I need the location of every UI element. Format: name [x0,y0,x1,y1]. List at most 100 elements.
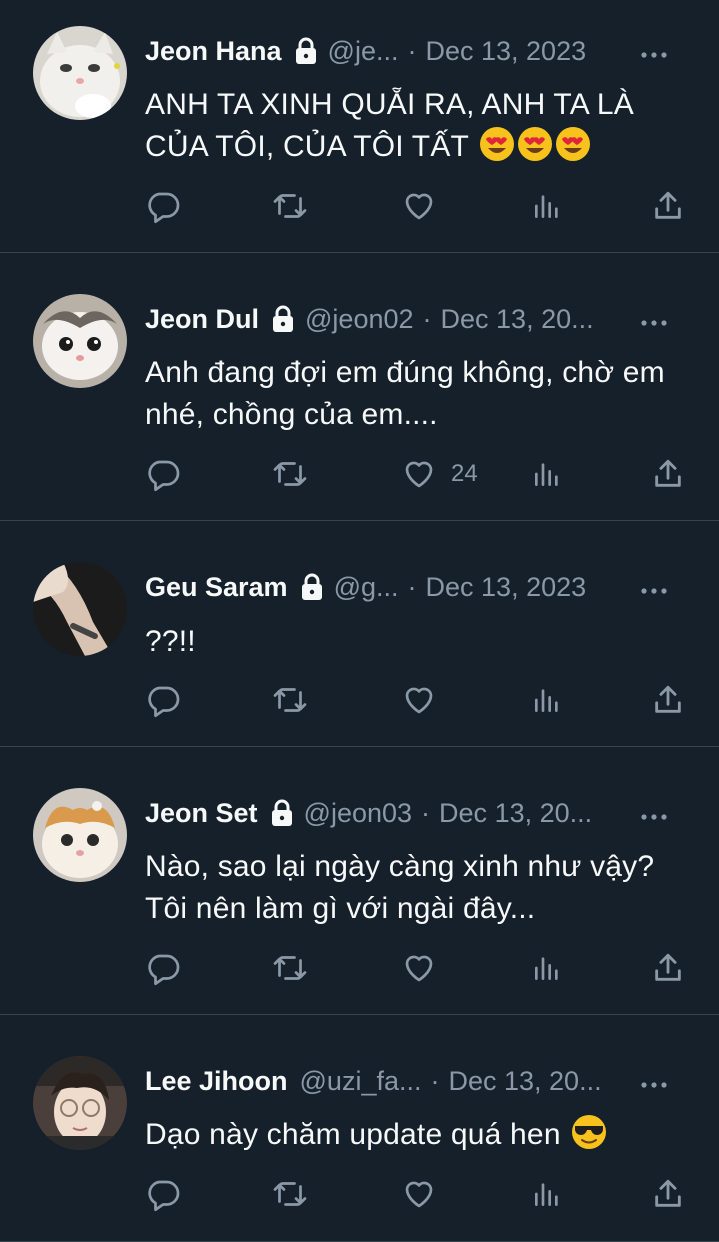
tweet[interactable]: Lee Jihoon @uzi_fa... · Dec 13, 20... Dạ… [0,1015,719,1242]
lock-icon [300,573,324,601]
share-button[interactable] [651,1174,685,1214]
display-name[interactable]: Jeon Set [145,798,258,829]
retweet-icon [273,956,307,980]
heart-eyes-emoji [480,127,515,161]
tweet-text-content: Anh đang đợi em đúng không, chờ em nhé, … [145,356,665,431]
avatar[interactable] [33,1056,127,1150]
like-button[interactable] [401,948,451,988]
avatar[interactable] [33,788,127,882]
more-icon[interactable] [639,803,669,823]
heart-eyes-emoji [556,127,591,161]
views-icon [535,957,558,980]
retweet-button[interactable] [271,186,309,226]
lock-icon [271,305,295,333]
avatar[interactable] [33,562,127,656]
more-icon[interactable] [639,1071,669,1091]
views-button[interactable] [531,1174,563,1214]
views-icon [535,689,558,712]
heart-icon [405,1181,433,1208]
tweet-date[interactable]: Dec 13, 2023 [425,36,586,67]
reply-button[interactable] [145,948,181,988]
timeline-feed: Jeon Hana @je... · Dec 13, 2023 ANH TA X… [0,0,719,1242]
share-button[interactable] [651,186,685,226]
more-icon[interactable] [639,577,669,597]
tweet-actions [145,680,690,720]
tweet-actions [145,1174,690,1214]
retweet-icon [273,194,307,218]
views-icon [535,1183,558,1206]
tweet-actions [145,186,690,226]
person-glasses-avatar [33,1056,127,1150]
reply-button[interactable] [145,680,181,720]
reply-icon [148,686,180,718]
tweet[interactable]: Geu Saram @g... · Dec 13, 2023 ??!! [0,521,719,747]
tweet-actions: 24 [145,454,690,494]
display-name[interactable]: Jeon Hana [145,36,282,67]
tweet-header: Lee Jihoon @uzi_fa... · Dec 13, 20... [145,1063,699,1099]
avatar[interactable] [33,26,127,120]
display-name[interactable]: Jeon Dul [145,304,259,335]
reply-button[interactable] [145,1174,181,1214]
separator-dot: · [422,303,432,334]
views-button[interactable] [531,948,563,988]
tweet-actions [145,948,690,988]
tweet[interactable]: Jeon Dul @jeon02 · Dec 13, 20... Anh đan… [0,253,719,521]
user-handle[interactable]: @jeon02 [305,304,414,335]
wrist-avatar [33,562,127,656]
user-handle[interactable]: @uzi_fa... [300,1066,422,1097]
share-icon [655,685,681,713]
tweet-text-content: Nào, sao lại ngày càng xinh như vậy? Tôi… [145,850,655,925]
views-button[interactable] [531,186,563,226]
tweet-date[interactable]: Dec 13, 20... [441,304,594,335]
views-button[interactable] [531,680,563,720]
more-icon[interactable] [639,309,669,329]
kitten-avatar [33,294,127,388]
more-icon[interactable] [639,41,669,61]
reply-icon [148,1180,180,1212]
share-button[interactable] [651,454,685,494]
views-icon [535,195,558,218]
tweet-header: Jeon Set @jeon03 · Dec 13, 20... [145,795,699,831]
heart-eyes-emoji [518,127,553,161]
tweet-date[interactable]: Dec 13, 2023 [426,572,587,603]
share-button[interactable] [651,680,685,720]
retweet-icon [273,462,307,486]
retweet-button[interactable] [271,680,309,720]
share-icon [655,459,681,487]
tweet-text-content: Dạo này chăm update quá hen [145,1118,561,1151]
like-button[interactable] [401,186,451,226]
separator-dot: · [430,1065,440,1096]
tweet-date[interactable]: Dec 13, 20... [448,1066,601,1097]
like-button[interactable] [401,680,451,720]
reply-icon [148,460,180,492]
retweet-button[interactable] [271,948,309,988]
reply-button[interactable] [145,454,181,494]
share-button[interactable] [651,948,685,988]
user-handle[interactable]: @jeon03 [304,798,413,829]
share-icon [655,953,681,981]
retweet-button[interactable] [271,1174,309,1214]
like-count: 24 [451,460,478,487]
share-icon [655,191,681,219]
white-cat-avatar [33,26,127,120]
display-name[interactable]: Geu Saram [145,572,288,603]
heart-icon [405,687,433,714]
tweet-header: Jeon Dul @jeon02 · Dec 13, 20... [145,301,699,337]
orange-cat-avatar [33,788,127,882]
lock-icon [294,37,318,65]
reply-button[interactable] [145,186,181,226]
avatar[interactable] [33,294,127,388]
like-button[interactable] [401,1174,451,1214]
tweet[interactable]: Jeon Set @jeon03 · Dec 13, 20... Nào, sa… [0,747,719,1015]
heart-icon [405,461,433,488]
user-handle[interactable]: @g... [334,572,399,603]
tweet-date[interactable]: Dec 13, 20... [439,798,592,829]
tweet[interactable]: Jeon Hana @je... · Dec 13, 2023 ANH TA X… [0,0,719,253]
retweet-button[interactable] [271,454,309,494]
like-button[interactable]: 24 [401,454,478,494]
display-name[interactable]: Lee Jihoon [145,1066,288,1097]
views-button[interactable] [531,454,563,494]
tweet-text: Dạo này chăm update quá hen [145,1114,689,1156]
user-handle[interactable]: @je... [328,36,399,67]
share-icon [655,1179,681,1207]
